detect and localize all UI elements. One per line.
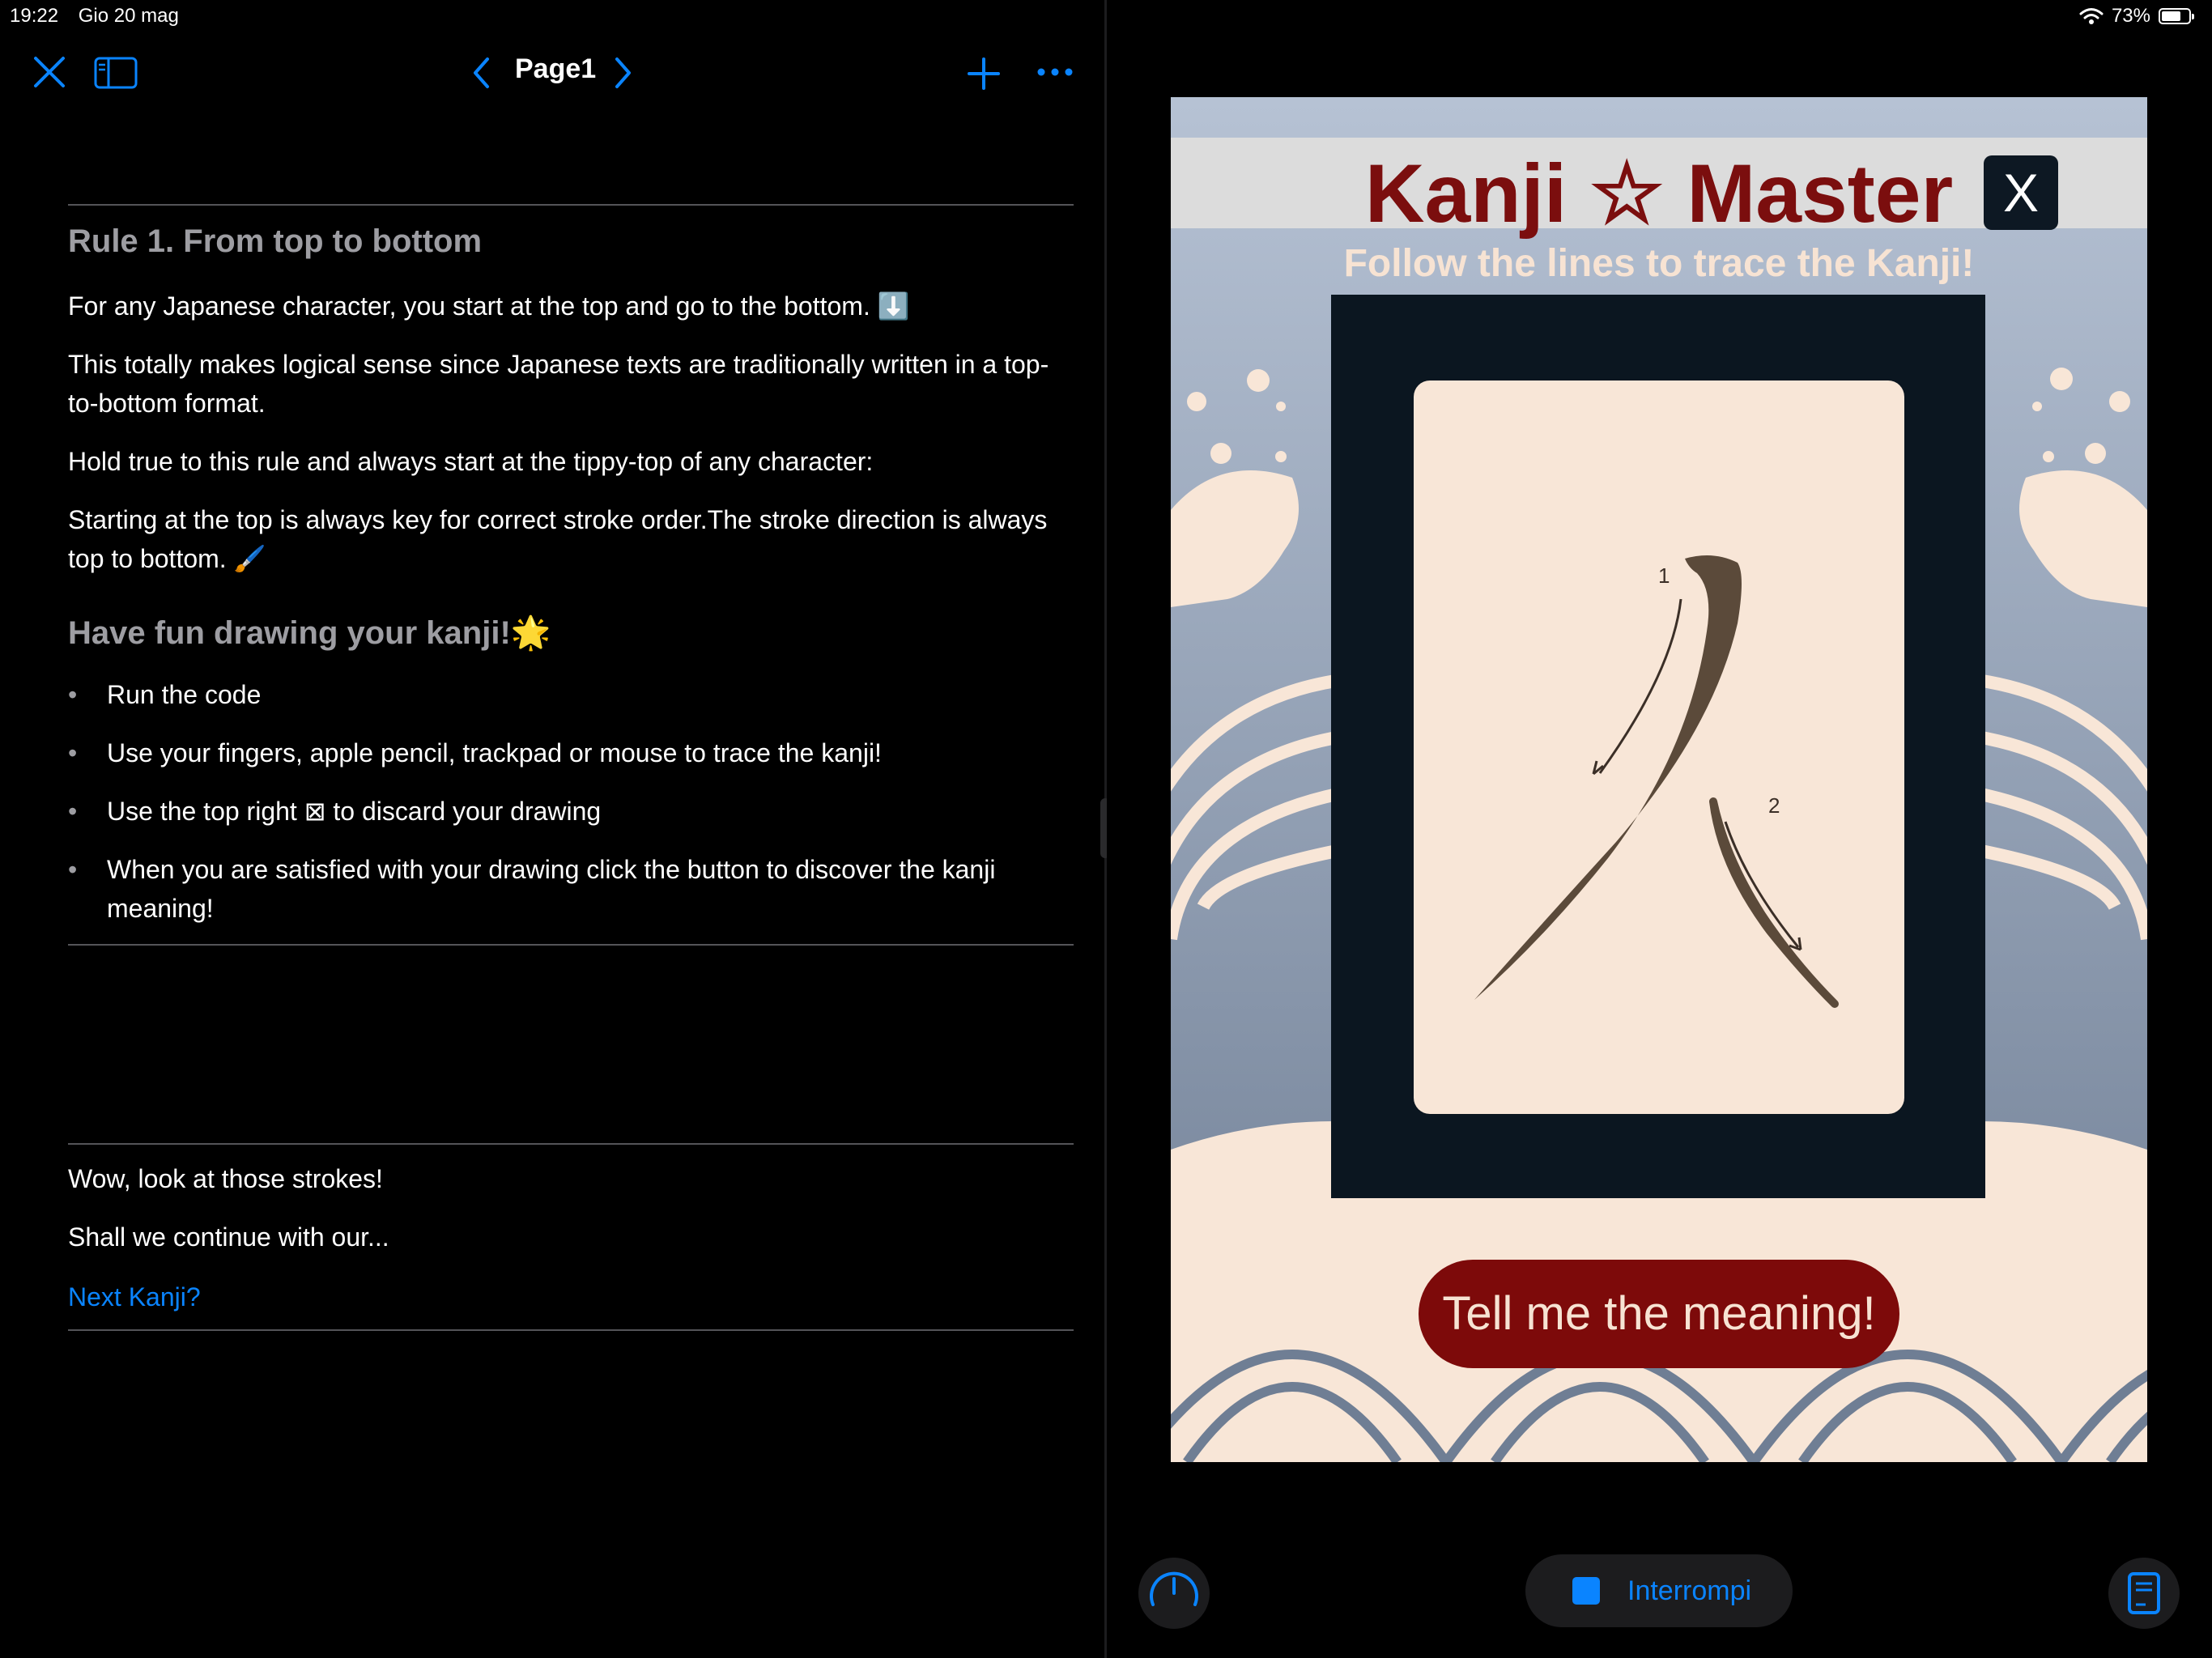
drawing-canvas[interactable]: 1 2: [1414, 380, 1904, 1114]
chevron-left-icon[interactable]: [471, 57, 492, 89]
page-title: Page1: [515, 53, 597, 84]
divider: [68, 1329, 1074, 1331]
paragraph-4: Starting at the top is always key for co…: [68, 505, 1048, 573]
add-icon[interactable]: [967, 57, 1001, 91]
status-date: Gio 20 mag: [78, 5, 179, 27]
footer-line-2: Shall we continue with our...: [68, 1222, 389, 1252]
paragraph-1: For any Japanese character, you start at…: [68, 291, 910, 321]
status-time: 19:22: [10, 5, 59, 27]
bullet-dot: •: [68, 738, 78, 767]
more-icon[interactable]: [1036, 66, 1074, 78]
battery-icon: [2159, 8, 2194, 24]
divider: [68, 204, 1074, 206]
list-item-text: When you are satisfied with your drawing…: [107, 855, 996, 923]
discard-button[interactable]: X: [1984, 155, 2058, 230]
stroke-number-2: 2: [1768, 793, 1780, 818]
app-subtitle: Follow the lines to trace the Kanji!: [1343, 242, 1975, 285]
paragraph-2: This totally makes logical sense since J…: [68, 350, 1049, 418]
bullet-dot: •: [68, 680, 78, 709]
document-icon: [2128, 1572, 2160, 1614]
status-time-date: 19:22 Gio 20 mag: [10, 5, 194, 28]
kanji-stroke-2: [1709, 797, 1839, 1008]
chevron-right-icon[interactable]: [612, 57, 633, 89]
document-button[interactable]: [2108, 1558, 2180, 1629]
divider: [68, 1143, 1074, 1145]
divider: [68, 944, 1074, 946]
list-item-text: Use the top right ⊠ to discard your draw…: [107, 797, 602, 826]
wifi-icon: [2079, 8, 2104, 24]
battery-percent: 73%: [2111, 5, 2150, 27]
paragraph-3: Hold true to this rule and always start …: [68, 447, 874, 476]
sidebar-toggle-icon[interactable]: [94, 57, 138, 89]
next-kanji-link[interactable]: Next Kanji?: [68, 1282, 1074, 1312]
stop-label: Interrompi: [1627, 1575, 1752, 1606]
list-item-text: Run the code: [107, 680, 262, 709]
stop-button[interactable]: Interrompi: [1525, 1554, 1793, 1627]
fun-heading: Have fun drawing your kanji!🌟: [68, 615, 551, 651]
console-button[interactable]: [1138, 1558, 1210, 1629]
rule-heading: Rule 1. From top to bottom: [68, 223, 483, 259]
list-item-text: Use your fingers, apple pencil, trackpad…: [107, 738, 882, 767]
bullet-dot: •: [68, 797, 78, 826]
stroke-number-1: 1: [1658, 563, 1670, 588]
kanji-stroke-1: [1474, 555, 1742, 1000]
kanji-app: Kanji ☆ Master Follow the lines to trace…: [1171, 97, 2147, 1462]
footer-line-1: Wow, look at those strokes!: [68, 1164, 383, 1193]
bullet-dot: •: [68, 855, 78, 884]
status-indicators: 73%: [2079, 5, 2194, 28]
stop-icon: [1572, 1577, 1600, 1605]
gauge-icon: [1150, 1571, 1198, 1606]
kanji-strokes: 1 2: [1474, 555, 1839, 1008]
tell-meaning-button[interactable]: Tell me the meaning!: [1419, 1260, 1899, 1368]
close-icon[interactable]: [32, 55, 66, 89]
editor-pane: 19:22 Gio 20 mag Page1 Rule 1. From top …: [0, 0, 1104, 1658]
